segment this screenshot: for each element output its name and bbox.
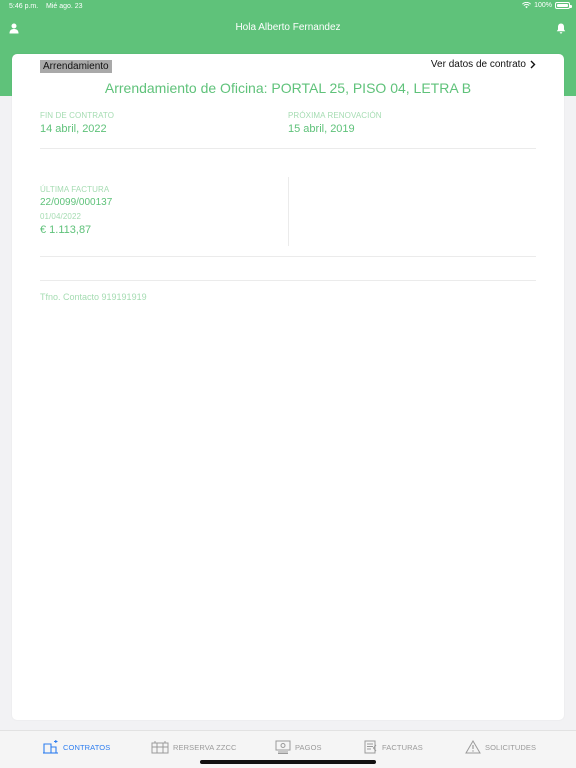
tab-label: PAGOS: [295, 742, 322, 752]
renewal-date-label: PRÓXIMA RENOVACIÓN: [288, 111, 382, 120]
warning-icon: [465, 740, 481, 754]
invoices-icon: [364, 740, 377, 754]
tab-solicitudes[interactable]: SOLICITUDES: [465, 738, 536, 756]
tab-label: FACTURAS: [382, 742, 423, 752]
invoice-date: 01/04/2022: [40, 212, 82, 221]
tab-pagos[interactable]: PAGOS: [275, 738, 322, 756]
divider: [40, 256, 536, 257]
wifi-icon: [522, 2, 532, 9]
battery-icon: [555, 2, 572, 9]
invoice-number: 22/0099/000137: [40, 197, 113, 208]
contract-card: Arrendamiento Ver datos de contrato Arre…: [12, 54, 564, 720]
last-invoice-label: ÚLTIMA FACTURA: [40, 185, 110, 194]
home-indicator[interactable]: [200, 760, 376, 764]
end-date-label: FIN DE CONTRATO: [40, 111, 115, 120]
payments-icon: [275, 740, 291, 754]
view-contract-label: Ver datos de contrato: [430, 59, 526, 70]
invoice-amount: € 1.113,87: [40, 224, 92, 236]
header-title: Hola Alberto Fernandez: [235, 22, 341, 33]
tab-label: SOLICITUDES: [485, 742, 537, 752]
divider: [40, 280, 536, 281]
tab-reserva[interactable]: RERSERVA ZZCC: [151, 738, 237, 756]
tab-label: RERSERVA ZZCC: [173, 742, 237, 752]
contact-phone: Tfno. Contacto 919191919: [40, 292, 147, 302]
status-time: 5:46 p.m.: [9, 3, 39, 10]
divider: [40, 148, 536, 149]
battery-percent: 100%: [534, 2, 552, 9]
tab-facturas[interactable]: FACTURAS: [364, 738, 423, 756]
view-contract-link[interactable]: Ver datos de contrato: [431, 59, 536, 70]
vertical-divider: [288, 177, 289, 246]
tab-contratos[interactable]: CONTRATOS: [43, 738, 110, 756]
chevron-right-icon: [530, 60, 536, 69]
status-date: Mié ago. 23: [46, 3, 83, 10]
contract-type-badge: Arrendamiento: [40, 60, 112, 73]
tab-label: CONTRATOS: [63, 742, 111, 752]
status-bar: 5:46 p.m. Mié ago. 23 100%: [0, 0, 576, 14]
contracts-icon: [43, 740, 58, 754]
end-date-value: 14 abril, 2022: [40, 123, 107, 135]
contract-title: Arrendamiento de Oficina: PORTAL 25, PIS…: [104, 80, 472, 96]
booking-icon: [151, 741, 169, 754]
bell-icon[interactable]: [556, 21, 566, 39]
status-indicators: 100%: [522, 2, 572, 9]
renewal-date-value: 15 abril, 2019: [288, 123, 355, 135]
